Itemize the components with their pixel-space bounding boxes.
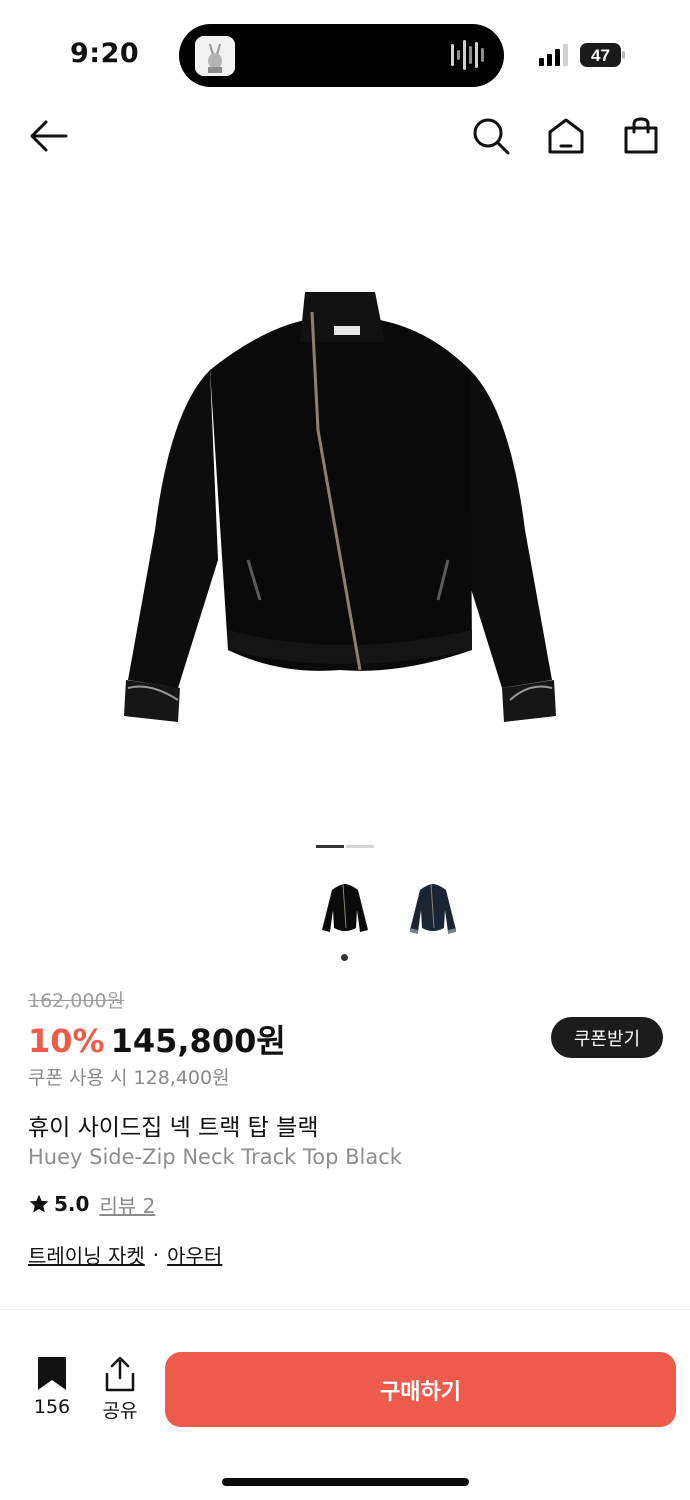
product-name-en: Huey Side-Zip Neck Track Top Black — [28, 1145, 402, 1169]
cart-button[interactable] — [619, 114, 663, 158]
bookmark-icon — [38, 1357, 66, 1390]
category-link-outer[interactable]: 아우터 — [167, 1240, 222, 1269]
category-link-training-jacket[interactable]: 트레이닝 자켓 — [28, 1240, 145, 1269]
rating-value: 5.0 — [54, 1192, 90, 1216]
rating-row: 5.0 리뷰 2 — [28, 1190, 155, 1218]
buy-button[interactable]: 구매하기 — [165, 1352, 676, 1427]
bookmark-button[interactable]: 156 — [24, 1352, 80, 1422]
share-label: 공유 — [102, 1400, 138, 1422]
home-icon — [548, 118, 584, 154]
discount-rate: 10% — [28, 1022, 105, 1060]
thumbnail-navy[interactable] — [398, 870, 468, 946]
thumbnail-black[interactable] — [310, 870, 380, 946]
home-button[interactable] — [544, 114, 588, 158]
get-coupon-button[interactable]: 쿠폰받기 — [551, 1017, 663, 1058]
section-divider — [0, 1309, 690, 1310]
coupon-price: 쿠폰 사용 시 128,400원 — [28, 1067, 230, 1089]
nav-bar — [0, 108, 690, 164]
search-icon — [473, 118, 510, 155]
gallery-indicator-active — [316, 845, 344, 848]
arrow-left-icon — [30, 120, 68, 152]
battery-icon: 47 — [580, 43, 626, 67]
price-row: 10% 145,800원 — [28, 1016, 286, 1060]
sale-price: 145,800원 — [110, 1022, 286, 1060]
shopping-bag-icon — [624, 117, 658, 154]
share-button[interactable]: 공유 — [94, 1352, 146, 1422]
color-thumbnails — [310, 870, 470, 946]
cellular-signal-icon — [539, 44, 571, 66]
status-bar: 9:20 47 — [0, 0, 690, 110]
dynamic-island — [179, 24, 504, 87]
bottom-action-bar: 156 공유 구매하기 — [0, 1338, 690, 1500]
battery-level: 47 — [591, 46, 610, 65]
audio-wave-icon — [450, 38, 488, 72]
original-price: 162,000원 — [28, 990, 125, 1012]
search-button[interactable] — [469, 114, 513, 158]
back-button[interactable] — [26, 114, 70, 158]
bookmark-count: 156 — [33, 1396, 71, 1418]
share-icon — [105, 1356, 135, 1392]
selected-thumbnail-dot — [341, 954, 348, 961]
status-time: 9:20 — [70, 38, 140, 69]
product-name-ko: 휴이 사이드집 넥 트랙 탑 블랙 — [28, 1115, 319, 1141]
product-image[interactable] — [100, 230, 590, 740]
gallery-indicator — [346, 845, 374, 848]
star-icon — [29, 1194, 49, 1213]
category-separator: · — [152, 1242, 160, 1267]
now-playing-app-icon — [195, 36, 235, 76]
home-indicator — [222, 1478, 469, 1486]
review-link[interactable]: 리뷰 2 — [99, 1190, 155, 1219]
category-breadcrumb: 트레이닝 자켓 · 아우터 — [28, 1240, 222, 1269]
